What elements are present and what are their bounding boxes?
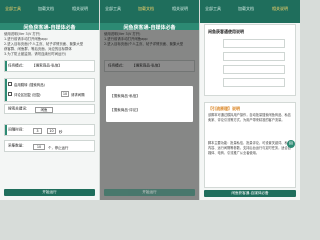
info-field: [223, 52, 285, 61]
panel-settings: 全部工具 加载文档 相关说明 闲鱼获客通-自媒体必备 使用说明(Ver 3)V …: [0, 0, 99, 200]
title-banner: 闲鱼获客通-自媒体必备: [100, 23, 199, 31]
mode-value: 【搜索商品·私信】: [32, 63, 62, 68]
keyword-label: 搜索关键词:: [8, 106, 28, 111]
top-bar: 全部工具 加载文档 相关说明: [200, 0, 300, 23]
keyword-row: 搜索关键词: 闲鱼: [4, 104, 95, 114]
footer-button[interactable]: 闲鱼获客通-自媒体必备: [204, 190, 296, 197]
panel-instructions: 全部工具 加载文档 相关说明 闲鱼获客通使用说明 【引流原理】说明 该脚本可通过…: [200, 0, 300, 200]
banner-title: 闲鱼获客通-自媒体必备: [23, 25, 76, 31]
tab-instructions[interactable]: 相关说明: [272, 6, 288, 12]
delay-row: 间隔时间: 3 10 秒: [4, 124, 95, 136]
top-bar: 全部工具 加载文档 相关说明: [100, 0, 199, 23]
count-input[interactable]: 10: [33, 143, 45, 150]
count-unit: 个，停止运行: [48, 146, 69, 150]
start-button[interactable]: 开始运行: [4, 189, 95, 196]
tab-load-doc[interactable]: 加载文档: [138, 6, 154, 12]
info-field: [223, 65, 285, 74]
info-field: [223, 39, 285, 48]
paragraph: 该脚本可通过模拟用户操作，自动批量搜索闲鱼商品、私信卖家、评论引流等方式，为用户…: [208, 113, 291, 123]
tab-all-tools[interactable]: 全部工具: [105, 6, 121, 12]
principle-card: 【引流原理】说明 该脚本可通过模拟用户操作，自动批量搜索闲鱼商品、私信卖家、评论…: [204, 102, 296, 188]
card-title: 闲鱼获客通使用说明: [208, 29, 244, 34]
start-button[interactable]: 开始运行: [104, 189, 195, 196]
tab-instructions[interactable]: 相关说明: [72, 6, 88, 12]
instructions-card: 闲鱼获客通使用说明: [204, 24, 296, 96]
jump-label: 启用跳转 (搜索商品): [14, 83, 45, 87]
delay-unit: 秒: [59, 130, 63, 134]
mode-label: 任务模式:: [8, 63, 24, 68]
row-accent: [5, 79, 7, 101]
section-label: 【引流原理】说明: [208, 106, 240, 111]
delay-max-input[interactable]: 10: [47, 127, 56, 134]
reply-checkbox[interactable]: [8, 92, 12, 96]
paragraph: 脚本主要功能：批量私信、批量评论，可设置关键词、私信内容、运行间隔等参数，支持后…: [208, 141, 291, 156]
reply-label: 评论区回复 (回复:: [14, 93, 42, 97]
chat-icon[interactable]: ✉: [287, 140, 295, 148]
count-row: 采集数量: 10 个，停止运行: [4, 140, 95, 152]
tab-load-doc[interactable]: 加载文档: [38, 6, 54, 12]
mode-dialog: 【搜索商品·私信】 【搜索商品·评论】: [106, 86, 193, 122]
tab-load-doc[interactable]: 加载文档: [238, 6, 254, 12]
panel-mode-dialog: 全部工具 加载文档 相关说明 闲鱼获客通-自媒体必备 使用说明(Ver 3)V …: [100, 0, 199, 200]
top-bar: 全部工具 加载文档 相关说明: [0, 0, 99, 23]
reply-count-input[interactable]: 10: [61, 91, 69, 97]
info-field: [223, 78, 285, 87]
tab-all-tools[interactable]: 全部工具: [205, 6, 221, 12]
delay-min-input[interactable]: 3: [33, 127, 42, 134]
delay-label: 间隔时间:: [8, 127, 24, 132]
dialog-option[interactable]: 【搜索商品·私信】: [110, 94, 189, 99]
usage-notice: 使用说明(Ver 3)V 打开) 1.进行前请手动打开闲鱼app 2.进入目标页…: [4, 32, 95, 57]
notice-line: 3.为了防止被监测，请勿连续长时间运行): [4, 52, 67, 56]
options-card: 启用跳转 (搜索商品) 评论区回复 (回复: 10 请求间隔: [4, 78, 95, 102]
dialog-option[interactable]: 【搜索商品·评论】: [110, 108, 189, 113]
row-accent: [5, 61, 7, 71]
jump-checkbox[interactable]: [8, 82, 12, 86]
tab-all-tools[interactable]: 全部工具: [5, 6, 21, 12]
mode-select[interactable]: 任务模式: 【搜索商品·私信】: [4, 60, 95, 72]
row-accent: [5, 125, 7, 135]
keyword-input[interactable]: 闲鱼: [35, 106, 53, 113]
reply-suffix: 请求间隔: [71, 93, 85, 97]
count-label: 采集数量:: [8, 143, 24, 148]
title-banner: 闲鱼获客通-自媒体必备: [0, 23, 99, 31]
tab-instructions[interactable]: 相关说明: [172, 6, 188, 12]
